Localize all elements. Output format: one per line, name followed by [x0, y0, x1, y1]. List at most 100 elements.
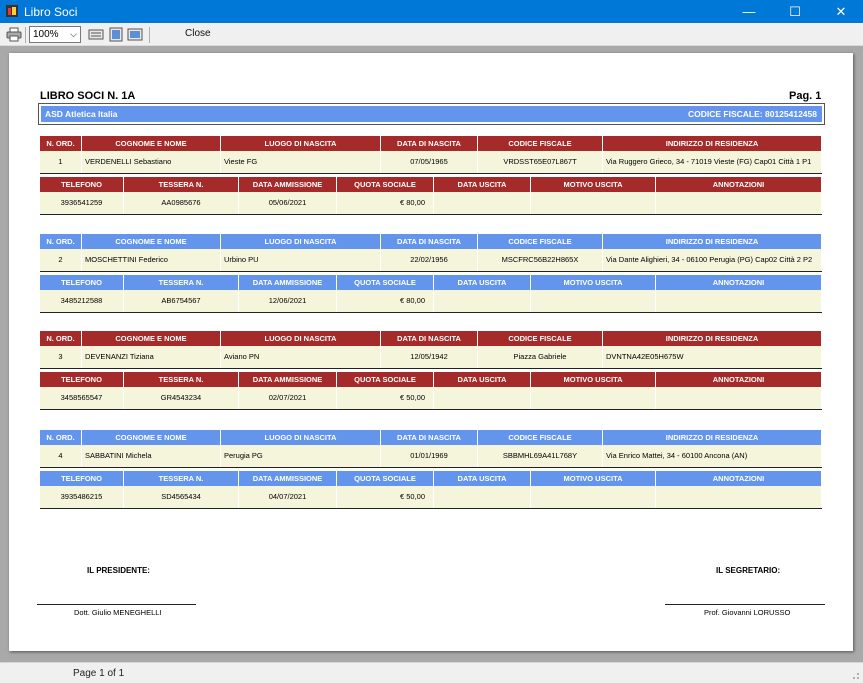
- header-cell: DATA AMMISSIONE: [239, 275, 337, 290]
- member-cf: VRDSST65E07L867T: [478, 151, 603, 173]
- member-cf: MSCFRC56B22H865X: [478, 249, 603, 271]
- print-icon[interactable]: [6, 27, 22, 42]
- member-exit: [434, 290, 531, 312]
- member-card: AA0985676: [124, 192, 239, 214]
- president-name: Dott. Giulio MENEGHELLI: [74, 608, 162, 617]
- row-divider: [40, 173, 822, 174]
- member-reason: [531, 192, 656, 214]
- member-admission: 12/06/2021: [239, 290, 337, 312]
- status-bar: Page 1 of 1: [0, 662, 863, 683]
- header-cell: INDIRIZZO DI RESIDENZA: [603, 136, 822, 151]
- header-cell: LUOGO DI NASCITA: [221, 430, 381, 445]
- page-indicator: Page 1 of 1: [73, 668, 125, 679]
- row-divider: [40, 312, 822, 313]
- member-fee: € 80,00: [337, 192, 434, 214]
- member-n: 2: [40, 249, 82, 271]
- toolbar: 100% ⌵ Close: [0, 23, 863, 46]
- header-cell: DATA USCITA: [434, 177, 531, 192]
- header-cell: COGNOME E NOME: [82, 136, 221, 151]
- app-icon: [6, 5, 18, 17]
- whole-page-icon[interactable]: [108, 27, 124, 42]
- header-cell: LUOGO DI NASCITA: [221, 331, 381, 346]
- member-exit: [434, 486, 531, 508]
- row-divider: [40, 368, 822, 369]
- member-fee: € 50,00: [337, 387, 434, 409]
- maximize-button[interactable]: ☐: [772, 0, 818, 23]
- header-cell: TELEFONO: [40, 275, 124, 290]
- resize-grip-icon[interactable]: [850, 670, 860, 680]
- header-cell: DATA AMMISSIONE: [239, 471, 337, 486]
- header-cell: TELEFONO: [40, 372, 124, 387]
- preview-area[interactable]: LIBRO SOCI N. 1A Pag. 1 ASD Atletica Ita…: [0, 46, 863, 662]
- header-cell: MOTIVO USCITA: [531, 471, 656, 486]
- header-cell: ANNOTAZIONI: [656, 471, 822, 486]
- member-card: SD4565434: [124, 486, 239, 508]
- member-birthdate: 01/01/1969: [381, 445, 478, 467]
- member-birthplace: Vieste FG: [221, 151, 381, 173]
- header-cell: TESSERA N.: [124, 372, 239, 387]
- header-cell: CODICE FISCALE: [478, 430, 603, 445]
- member-fee: € 80,00: [337, 290, 434, 312]
- header-cell: N. ORD.: [40, 136, 82, 151]
- title-bar: Libro Soci — ☐ ✕: [0, 0, 863, 23]
- header-cell: CODICE FISCALE: [478, 136, 603, 151]
- member-phone: 3936541259: [40, 192, 124, 214]
- zoom-select[interactable]: 100% ⌵: [29, 26, 81, 43]
- header-cell: MOTIVO USCITA: [531, 275, 656, 290]
- header-cell: MOTIVO USCITA: [531, 372, 656, 387]
- window-title: Libro Soci: [24, 5, 78, 19]
- toolbar-separator: [25, 27, 26, 43]
- header-cell: DATA USCITA: [434, 471, 531, 486]
- header-cell: N. ORD.: [40, 331, 82, 346]
- member-birthplace: Perugia PG: [221, 445, 381, 467]
- member-birthdate: 22/02/1956: [381, 249, 478, 271]
- member-notes: [656, 192, 822, 214]
- secretary-name: Prof. Giovanni LORUSSO: [704, 608, 791, 617]
- member-reason: [531, 486, 656, 508]
- member-card: AB6754567: [124, 290, 239, 312]
- page-width-icon[interactable]: [88, 27, 104, 42]
- header-cell: DATA USCITA: [434, 372, 531, 387]
- member-reason: [531, 290, 656, 312]
- header-cell: N. ORD.: [40, 234, 82, 249]
- minimize-button[interactable]: —: [726, 0, 772, 23]
- row-divider: [40, 409, 822, 410]
- header-cell: ANNOTAZIONI: [656, 177, 822, 192]
- header-cell: INDIRIZZO DI RESIDENZA: [603, 430, 822, 445]
- member-birthplace: Aviano PN: [221, 346, 381, 368]
- header-cell: COGNOME E NOME: [82, 430, 221, 445]
- header-cell: DATA DI NASCITA: [381, 331, 478, 346]
- member-admission: 05/06/2021: [239, 192, 337, 214]
- member-phone: 3485212588: [40, 290, 124, 312]
- header-cell: COGNOME E NOME: [82, 234, 221, 249]
- row-divider: [40, 467, 822, 468]
- member-fee: € 50,00: [337, 486, 434, 508]
- header-cell: TESSERA N.: [124, 177, 239, 192]
- secretary-signature-line: [665, 604, 825, 605]
- row-divider: [40, 508, 822, 509]
- member-name: MOSCHETTINI Federico: [82, 249, 221, 271]
- close-window-button[interactable]: ✕: [818, 0, 863, 23]
- header-cell: DATA DI NASCITA: [381, 136, 478, 151]
- member-phone: 3458565547: [40, 387, 124, 409]
- member-address: Via Dante Alighieri, 34 - 06100 Perugia …: [603, 249, 822, 271]
- member-address: Via Enrico Mattei, 34 - 60100 Ancona (AN…: [603, 445, 822, 467]
- two-pages-icon[interactable]: [127, 27, 143, 42]
- member-n: 3: [40, 346, 82, 368]
- member-admission: 02/07/2021: [239, 387, 337, 409]
- close-button[interactable]: Close: [185, 28, 211, 39]
- header-cell: QUOTA SOCIALE: [337, 275, 434, 290]
- header-cell: TELEFONO: [40, 471, 124, 486]
- chevron-down-icon: ⌵: [70, 29, 77, 39]
- report-page: LIBRO SOCI N. 1A Pag. 1 ASD Atletica Ita…: [9, 53, 853, 651]
- association-box: ASD Atletica Italia CODICE FISCALE: 8012…: [38, 103, 825, 125]
- member-address: Via Ruggero Grieco, 34 - 71019 Vieste (F…: [603, 151, 822, 173]
- member-notes: [656, 486, 822, 508]
- header-cell: QUOTA SOCIALE: [337, 471, 434, 486]
- header-cell: DATA AMMISSIONE: [239, 177, 337, 192]
- member-name: SABBATINI Michela: [82, 445, 221, 467]
- header-cell: TESSERA N.: [124, 275, 239, 290]
- header-cell: DATA AMMISSIONE: [239, 372, 337, 387]
- member-reason: [531, 387, 656, 409]
- header-cell: TELEFONO: [40, 177, 124, 192]
